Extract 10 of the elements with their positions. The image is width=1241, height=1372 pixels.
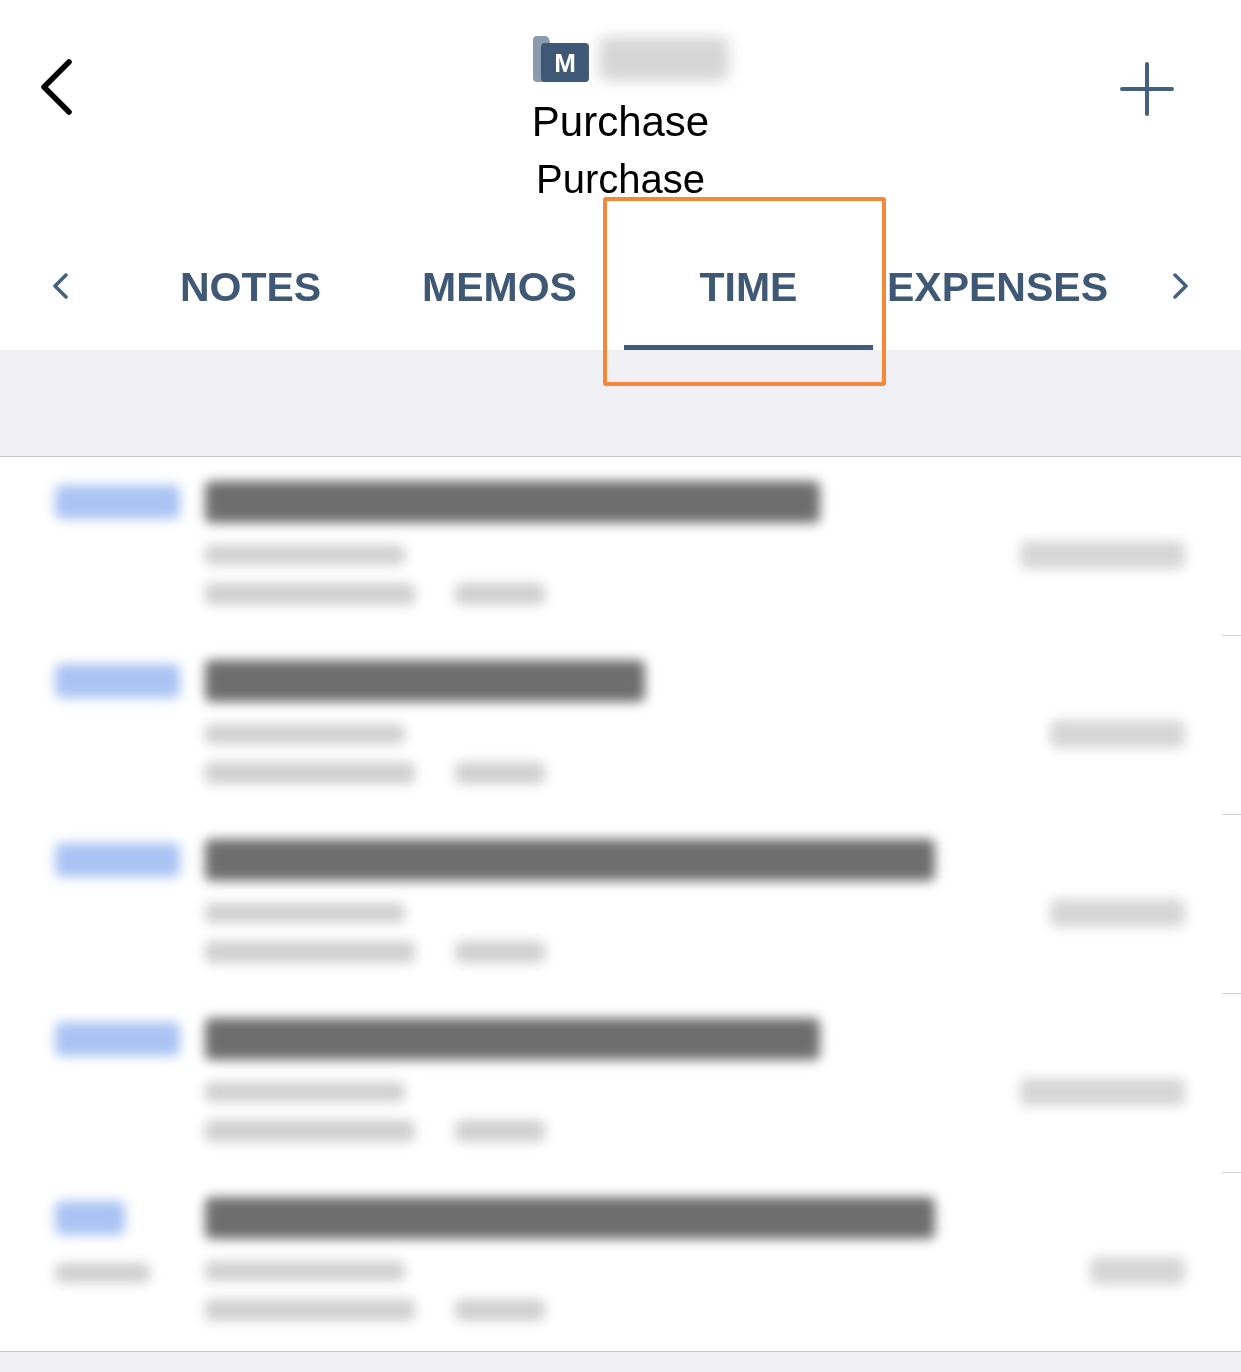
tab[interactable]: EXPENSES — [873, 222, 1122, 350]
matter-title: Purchase — [531, 97, 710, 147]
chevron-right-icon[interactable] — [1173, 273, 1189, 299]
plus-icon[interactable] — [1120, 62, 1174, 116]
blurred-label — [55, 1201, 125, 1235]
chevron-left-icon[interactable] — [52, 273, 68, 299]
tab[interactable]: MEMOS — [375, 222, 624, 350]
back-icon[interactable] — [38, 58, 74, 116]
matter-subtitle: Purchase — [536, 156, 705, 203]
tab[interactable]: NOTES — [126, 222, 375, 350]
